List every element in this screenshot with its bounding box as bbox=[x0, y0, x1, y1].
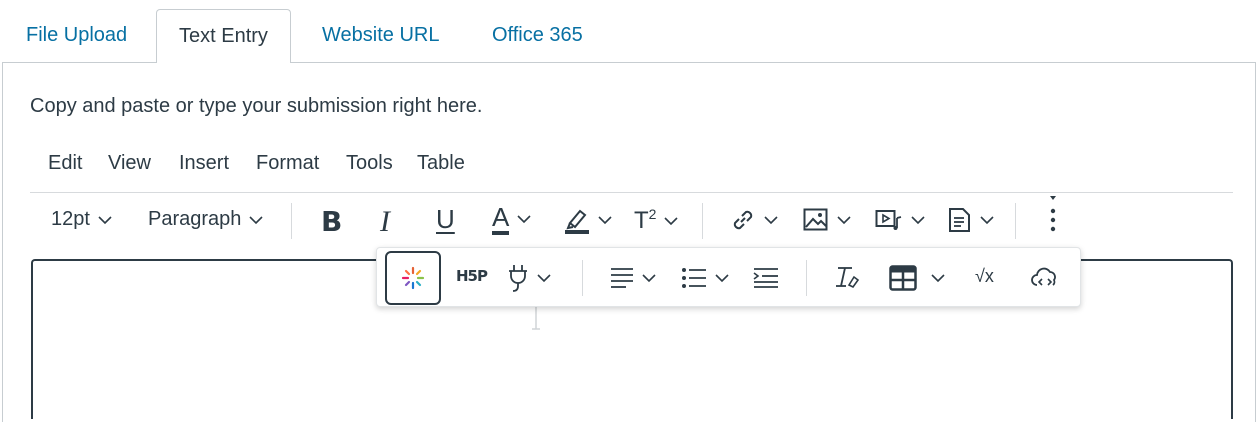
chevron-down-icon bbox=[537, 274, 551, 283]
h5p-button[interactable]: H5P bbox=[456, 267, 488, 285]
table-button[interactable] bbox=[889, 265, 945, 291]
editor-toolbar: 12pt Paragraph B I U A T2 bbox=[30, 193, 1233, 249]
image-button[interactable] bbox=[803, 208, 851, 232]
underline-icon: U bbox=[436, 204, 455, 234]
menu-edit[interactable]: Edit bbox=[48, 152, 82, 175]
tab-office-365[interactable]: Office 365 bbox=[492, 10, 583, 62]
chevron-down-icon bbox=[764, 216, 778, 225]
document-icon bbox=[949, 208, 970, 232]
toolbar-separator bbox=[806, 260, 807, 296]
bold-button[interactable]: B bbox=[321, 205, 342, 238]
underline-button[interactable]: U bbox=[436, 204, 455, 235]
chevron-down-icon bbox=[837, 216, 851, 225]
apps-icon bbox=[401, 266, 425, 290]
indent-button[interactable] bbox=[753, 267, 779, 289]
toolbar-separator bbox=[1015, 203, 1016, 239]
superscript-letter: T bbox=[634, 207, 649, 234]
apps-button[interactable] bbox=[385, 251, 441, 305]
highlighter-icon bbox=[565, 209, 589, 234]
instruction-text: Copy and paste or type your submission r… bbox=[30, 95, 483, 117]
italic-button[interactable]: I bbox=[380, 205, 390, 239]
chevron-down-icon bbox=[980, 216, 994, 225]
toolbar-separator bbox=[582, 260, 583, 296]
toolbar-separator bbox=[702, 203, 703, 239]
table-icon bbox=[889, 265, 917, 291]
menu-table[interactable]: Table bbox=[417, 152, 465, 175]
chevron-down-icon bbox=[517, 215, 531, 224]
link-button[interactable] bbox=[730, 207, 778, 233]
overflow-toolbar: H5P √x bbox=[376, 247, 1081, 307]
menu-format[interactable]: Format bbox=[256, 152, 319, 175]
italic-icon: I bbox=[380, 205, 390, 238]
block-format-dropdown[interactable]: Paragraph bbox=[148, 208, 263, 231]
plug-icon bbox=[509, 265, 527, 292]
superscript-icon: T2 bbox=[634, 206, 656, 235]
submission-tabs: File Upload Text Entry Website URL Offic… bbox=[0, 0, 1258, 63]
editor-menubar: Edit View Insert Format Tools Table bbox=[30, 146, 1233, 193]
bullet-list-icon bbox=[682, 268, 706, 288]
text-color-button[interactable]: A bbox=[492, 203, 531, 235]
clear-formatting-button[interactable] bbox=[834, 265, 860, 289]
menu-tools[interactable]: Tools bbox=[346, 152, 393, 175]
toolbar-separator bbox=[291, 203, 292, 239]
cloud-embed-icon bbox=[1031, 267, 1056, 286]
indent-icon bbox=[753, 268, 778, 288]
tab-website-url[interactable]: Website URL bbox=[322, 10, 439, 62]
font-size-dropdown[interactable]: 12pt bbox=[51, 208, 112, 231]
link-icon bbox=[733, 210, 753, 230]
chevron-down-icon bbox=[249, 215, 263, 224]
font-size-value: 12pt bbox=[51, 208, 90, 230]
tab-text-entry[interactable]: Text Entry bbox=[156, 9, 291, 63]
more-options-button[interactable] bbox=[1047, 195, 1059, 235]
chevron-down-icon bbox=[715, 274, 729, 283]
highlight-color-button[interactable] bbox=[564, 205, 612, 235]
tab-file-upload[interactable]: File Upload bbox=[26, 10, 127, 62]
chevron-down-icon bbox=[98, 215, 112, 224]
chevron-down-icon bbox=[911, 216, 925, 225]
superscript-button[interactable]: T2 bbox=[634, 206, 679, 235]
image-icon bbox=[803, 208, 828, 231]
menu-view[interactable]: View bbox=[108, 152, 151, 175]
chevron-down-icon bbox=[598, 216, 612, 225]
bold-icon: B bbox=[321, 205, 343, 238]
document-button[interactable] bbox=[948, 207, 994, 233]
embed-cloud-button[interactable] bbox=[1030, 265, 1060, 289]
media-icon bbox=[875, 210, 902, 230]
h5p-icon: H5P bbox=[456, 267, 488, 285]
align-left-icon bbox=[611, 268, 633, 288]
list-button[interactable] bbox=[681, 267, 729, 289]
clear-formatting-icon bbox=[836, 267, 860, 289]
lti-tools-button[interactable] bbox=[507, 264, 551, 292]
chevron-down-icon bbox=[931, 274, 945, 283]
chevron-down-icon bbox=[664, 216, 679, 225]
more-vertical-icon bbox=[1050, 196, 1056, 232]
superscript-mark: 2 bbox=[648, 206, 657, 222]
chevron-down-icon bbox=[642, 274, 656, 283]
block-format-value: Paragraph bbox=[148, 208, 242, 230]
menu-insert[interactable]: Insert bbox=[179, 152, 229, 175]
text-cursor-icon bbox=[532, 304, 540, 330]
equation-button[interactable]: √x bbox=[975, 266, 994, 287]
sqrt-icon: √x bbox=[975, 266, 994, 286]
media-button[interactable] bbox=[875, 208, 925, 232]
align-button[interactable] bbox=[610, 267, 656, 289]
text-color-icon: A bbox=[492, 203, 510, 235]
